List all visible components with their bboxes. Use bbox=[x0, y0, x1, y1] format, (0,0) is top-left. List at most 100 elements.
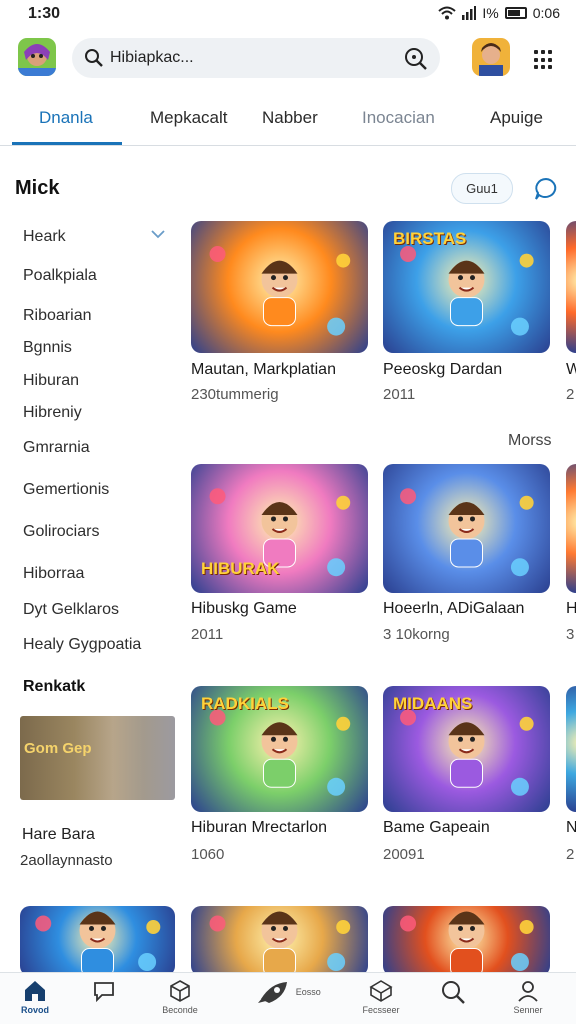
sidebar-item[interactable]: Gemertionis bbox=[23, 481, 109, 499]
active-tab-indicator bbox=[12, 142, 122, 145]
promo-subtitle: 2aollaynnasto bbox=[20, 852, 113, 869]
nav-home[interactable]: Rovod bbox=[3, 979, 67, 1015]
promo-banner[interactable]: Gom Gep bbox=[20, 716, 175, 800]
chevron-down-icon[interactable] bbox=[150, 228, 166, 240]
chat-bubble-icon bbox=[94, 982, 114, 1003]
promo-title[interactable]: Hare Bara bbox=[22, 826, 95, 844]
box-icon bbox=[369, 980, 393, 1002]
top-bar: Hibiapkac... bbox=[0, 34, 576, 84]
nav-beconde[interactable]: Beconde bbox=[148, 979, 212, 1015]
battery-text: 0:06 bbox=[532, 5, 560, 21]
filter-button[interactable]: Guu1 bbox=[451, 173, 513, 204]
game-title[interactable]: Hoeerln, ADiGalaan bbox=[383, 600, 524, 618]
game-card-image[interactable] bbox=[191, 221, 368, 353]
sidebar-item[interactable]: Gmrarnia bbox=[23, 439, 90, 457]
game-card-image[interactable]: BIRSTAS bbox=[383, 221, 550, 353]
nav-label: Fecsseer bbox=[362, 1005, 400, 1015]
nav-label: Senner bbox=[513, 1005, 543, 1015]
sidebar-item[interactable]: Hiburan bbox=[23, 372, 79, 390]
game-card-image[interactable] bbox=[383, 464, 550, 593]
sidebar-item[interactable]: Healy Gygpoatia bbox=[23, 636, 141, 654]
nav-label: Beconde bbox=[162, 1005, 198, 1015]
search-bar[interactable]: Hibiapkac... bbox=[72, 38, 440, 78]
game-title[interactable]: Mautan, Markplatian bbox=[191, 361, 336, 379]
game-artwork bbox=[209, 246, 351, 336]
sidebar-item[interactable]: Golirociars bbox=[23, 523, 99, 541]
app-avatar[interactable] bbox=[18, 38, 56, 76]
game-card-image[interactable] bbox=[191, 906, 368, 976]
game-title[interactable]: Hiburan Mrectarlon bbox=[191, 819, 327, 837]
user-avatar[interactable] bbox=[472, 38, 510, 76]
game-card-image[interactable]: RADKIALS bbox=[191, 686, 368, 812]
game-card-image[interactable]: MIDAANS bbox=[383, 686, 550, 812]
tab-bar: Dnanla Mepkacalt Nabber Inocacian Apuige bbox=[0, 94, 576, 146]
tab-mepkacalt[interactable]: Mepkacalt bbox=[150, 108, 227, 128]
sidebar-item[interactable]: Hibreniy bbox=[23, 404, 82, 422]
game-image-title: BIRSTAS bbox=[393, 229, 467, 248]
signal-icon bbox=[462, 6, 477, 20]
more-link[interactable]: Morss bbox=[508, 432, 552, 450]
sidebar-item[interactable]: Heark bbox=[23, 228, 66, 246]
game-title[interactable]: N bbox=[566, 819, 576, 837]
sidebar-item[interactable]: Bgnnis bbox=[23, 339, 72, 357]
status-time: 1:30 bbox=[28, 5, 61, 22]
sidebar-item[interactable]: Hiborraa bbox=[23, 565, 84, 583]
chat-bubble-icon[interactable] bbox=[533, 176, 559, 202]
game-artwork bbox=[400, 488, 534, 577]
game-image-title: HIBURAK bbox=[201, 559, 280, 578]
game-title[interactable]: Bame Gapeain bbox=[383, 819, 490, 837]
game-card-image[interactable] bbox=[20, 906, 175, 976]
game-title[interactable]: Hibuskg Game bbox=[191, 600, 297, 618]
sidebar-item[interactable]: Poalkpiala bbox=[23, 267, 97, 285]
apps-grid-icon[interactable] bbox=[534, 50, 554, 70]
profile-icon bbox=[518, 981, 538, 1002]
nav-label: Eosso bbox=[295, 987, 321, 997]
promo-image-text: Gom Gep bbox=[24, 740, 92, 757]
nav-search[interactable] bbox=[421, 979, 485, 1005]
search-input[interactable]: Hibiapkac... bbox=[110, 49, 194, 67]
home-icon bbox=[25, 981, 45, 1001]
game-subtitle: 3 bbox=[566, 626, 575, 643]
sidebar-item[interactable]: Dyt Gelklaros bbox=[23, 601, 119, 619]
status-bar: 1:30 I% 0:06 bbox=[0, 0, 576, 30]
sidebar-title: Mick bbox=[15, 177, 60, 199]
game-card-image[interactable]: HIBURAK bbox=[191, 464, 368, 593]
sidebar-section-title: Renkatk bbox=[23, 678, 86, 695]
game-image-title: MIDAANS bbox=[393, 694, 473, 713]
tab-nabber[interactable]: Nabber bbox=[262, 108, 318, 128]
game-title[interactable]: H bbox=[566, 600, 576, 618]
game-artwork bbox=[400, 911, 534, 976]
status-indicators: I% 0:06 bbox=[438, 5, 560, 21]
sidebar-item[interactable]: Riboarian bbox=[23, 307, 91, 325]
battery-icon bbox=[504, 7, 527, 19]
nav-label: Rovod bbox=[21, 1005, 49, 1015]
tab-apuige[interactable]: Apuige bbox=[490, 108, 543, 128]
game-subtitle: 2 bbox=[566, 386, 575, 403]
cube-icon bbox=[170, 980, 190, 1002]
nav-eosso[interactable]: Eosso bbox=[254, 979, 324, 1005]
game-card-image[interactable] bbox=[566, 221, 576, 353]
game-subtitle: 1060 bbox=[191, 846, 225, 863]
wifi-icon bbox=[438, 6, 457, 20]
game-card-image[interactable] bbox=[383, 906, 550, 976]
game-card-image[interactable] bbox=[566, 464, 576, 593]
game-subtitle: 20091 bbox=[383, 846, 425, 863]
game-subtitle: 3 10korng bbox=[383, 626, 450, 643]
game-title[interactable]: Peeoskg Dardan bbox=[383, 361, 502, 379]
game-subtitle: 2011 bbox=[383, 386, 416, 403]
game-subtitle: 2 bbox=[566, 846, 575, 863]
nav-profile[interactable]: Senner bbox=[496, 979, 560, 1015]
game-subtitle: 2011 bbox=[191, 626, 224, 643]
tab-dnanla[interactable]: Dnanla bbox=[39, 108, 93, 128]
search-icon bbox=[442, 981, 465, 1004]
game-artwork bbox=[35, 911, 161, 976]
lens-search-icon[interactable] bbox=[404, 47, 428, 71]
game-card-image[interactable] bbox=[566, 686, 576, 812]
nav-fecsseer[interactable]: Fecsseer bbox=[349, 979, 413, 1015]
rocket-icon bbox=[258, 982, 288, 1003]
bottom-nav: Rovod Beconde Eosso Fecsseer Senner bbox=[0, 972, 576, 1024]
tab-inocacian[interactable]: Inocacian bbox=[362, 108, 435, 128]
nav-chat[interactable] bbox=[72, 979, 136, 1003]
game-title[interactable]: W bbox=[566, 361, 576, 379]
signal-text: I% bbox=[482, 5, 499, 21]
